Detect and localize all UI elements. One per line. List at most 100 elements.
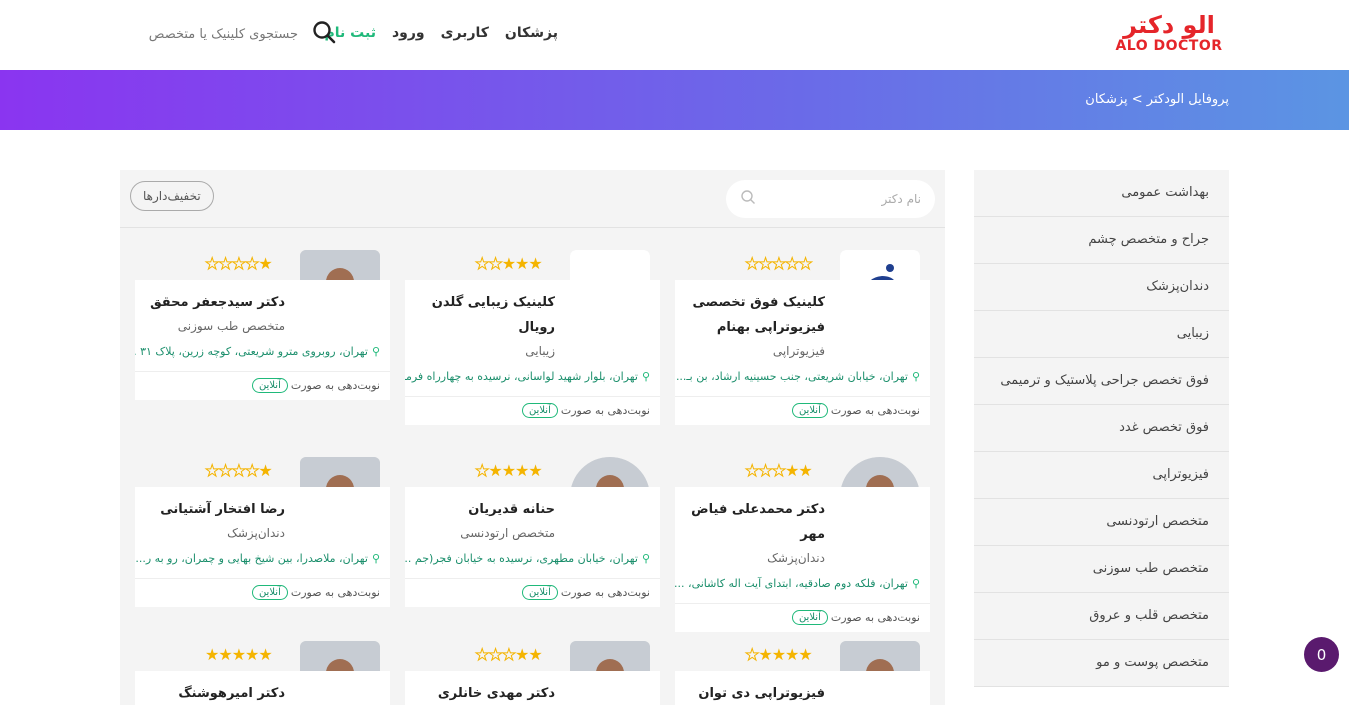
card-body: حنانه قدیریان متخصص ارتودنسی ⚲تهران، خیا… [405, 487, 660, 607]
sidebar-item-acupuncture[interactable]: متخصص طب سوزنی [974, 546, 1229, 593]
doctor-specialty: دندان‌پزشک [767, 551, 825, 565]
online-badge: آنلاین [251, 378, 288, 393]
rating-stars: ★★★★★ [204, 461, 272, 480]
booking-info: نوبت‌دهی به صورت آنلاین [675, 396, 930, 425]
chat-counter-badge[interactable]: 0 [1304, 637, 1339, 672]
card-body: رضا افتخار آشتیانی دندان‌پزشک ⚲تهران، مل… [135, 487, 390, 607]
doctor-name[interactable]: دکتر محمدعلی فیاض مهر [675, 487, 930, 547]
doctor-specialty: دندان‌پزشک [227, 526, 285, 540]
doctor-name[interactable]: فیزیوتراپی دی توان [675, 671, 930, 705]
doctor-name[interactable]: کلینیک فوق تخصصی فیزیوتراپی بهنام [675, 280, 930, 340]
booking-label: نوبت‌دهی به صورت [560, 586, 650, 599]
address-text: تهران، ملاصدرا، بین شیخ بهایی و چمران، ر… [135, 552, 368, 565]
rating-stars: ★★★★★ [744, 461, 812, 480]
booking-info: نوبت‌دهی به صورت آنلاین [405, 396, 660, 425]
booking-label: نوبت‌دهی به صورت [830, 611, 920, 624]
doctor-address: ⚲تهران، بلوار شهید لواسانی، نرسیده به چه… [405, 362, 660, 386]
sidebar-item-physiotherapy[interactable]: فیزیوتراپی [974, 452, 1229, 499]
sidebar-item-plastic-surgery[interactable]: فوق تخصص جراحی پلاستیک و ترمیمی [974, 358, 1229, 405]
booking-label: نوبت‌دهی به صورت [560, 404, 650, 417]
card-body: دکتر سیدجعفر محقق متخصص طب سوزنی ⚲تهران،… [135, 280, 390, 400]
address-text: تهران، فلکه دوم صادقیه، ابتدای آیت اله ک… [675, 577, 908, 590]
address-text: تهران، خیابان مطهری، نرسیده به خیابان فج… [405, 552, 638, 565]
sidebar-item-dermatology[interactable]: متخصص پوست و مو [974, 640, 1229, 687]
doctor-address: ⚲تهران، فلکه دوم صادقیه، ابتدای آیت اله … [675, 569, 930, 593]
location-pin-icon: ⚲ [641, 552, 650, 565]
doctor-specialty: فیزیوتراپی [772, 344, 825, 358]
card-body: دکتر محمدعلی فیاض مهر دندان‌پزشک ⚲تهران،… [675, 487, 930, 632]
booking-info: نوبت‌دهی به صورت آنلاین [675, 603, 930, 632]
main-nav: پزشکان کاربری ورود ثبت نام [325, 25, 558, 41]
doctor-specialty: زیبایی [525, 344, 555, 358]
booking-info: نوبت‌دهی به صورت آنلاین [135, 371, 390, 400]
online-badge: آنلاین [521, 585, 558, 600]
doctor-name[interactable]: دکتر سیدجعفر محقق [135, 280, 390, 315]
location-pin-icon: ⚲ [371, 552, 380, 565]
nav-user[interactable]: کاربری [441, 25, 489, 41]
rating-stars: ★★★★★ [474, 461, 542, 480]
doctor-name[interactable]: دکتر مهدی خانلری [405, 671, 660, 705]
breadcrumb: پروفایل الودکتر > پزشکان [1085, 92, 1229, 107]
booking-info: نوبت‌دهی به صورت آنلاین [135, 578, 390, 607]
rating-stars: ★★★★★ [744, 254, 813, 273]
address-text: تهران، روبروی مترو شریعتی، کوچه زرین، پل… [135, 345, 368, 358]
card-body: فیزیوتراپی دی توان [675, 671, 930, 705]
online-badge: آنلاین [791, 610, 828, 625]
search-icon[interactable] [312, 20, 336, 48]
address-text: تهران، بلوار شهید لواسانی، نرسیده به چها… [405, 370, 638, 383]
site-header: الو دکتر ALO DOCTOR پزشکان کاربری ورود ث… [0, 0, 1349, 70]
card-body: دکتر مهدی خانلری [405, 671, 660, 705]
logo-english-text: ALO DOCTOR [1115, 38, 1223, 54]
location-pin-icon: ⚲ [911, 577, 920, 590]
doctor-name[interactable]: رضا افتخار آشتیانی [135, 487, 390, 522]
rating-stars: ★★★★★ [474, 254, 542, 273]
booking-label: نوبت‌دهی به صورت [290, 379, 380, 392]
rating-stars: ★★★★★ [204, 254, 272, 273]
page-banner: پروفایل الودکتر > پزشکان [0, 70, 1349, 130]
card-body: کلینیک فوق تخصصی فیزیوتراپی بهنام فیزیوت… [675, 280, 930, 425]
discount-filter-button[interactable]: تخفیف‌دارها [130, 181, 214, 211]
header-search-input[interactable] [120, 26, 298, 42]
location-pin-icon: ⚲ [911, 370, 920, 383]
doctor-list-panel: تخفیف‌دارها ★★★★★ کلینیک فوق تخصصی فیزیو… [120, 170, 945, 705]
rating-stars: ★★★★★ [474, 645, 542, 664]
logo-persian-text: الو دکتر [1123, 11, 1215, 39]
booking-info: نوبت‌دهی به صورت آنلاین [405, 578, 660, 607]
sidebar-item-orthodontics[interactable]: متخصص ارتودنسی [974, 499, 1229, 546]
site-logo[interactable]: الو دکتر ALO DOCTOR [1114, 12, 1224, 58]
sidebar-item-ophthalmology[interactable]: جراح و متخصص چشم [974, 217, 1229, 264]
online-badge: آنلاین [251, 585, 288, 600]
nav-login[interactable]: ورود [392, 25, 425, 41]
doctor-search-box [726, 180, 935, 218]
doctor-address: ⚲تهران، خیابان شریعتی، جنب حسینیه ارشاد،… [675, 362, 930, 386]
rating-stars: ★★★★★ [744, 645, 812, 664]
card-body: دکتر امیرهوشنگ احسانی [135, 671, 390, 705]
rating-stars: ★★★★★ [205, 645, 273, 664]
category-sidebar: بهداشت عمومی جراح و متخصص چشم دندان‌پزشک… [974, 170, 1229, 687]
doctor-specialty: متخصص ارتودنسی [460, 526, 555, 540]
header-search [120, 20, 336, 48]
booking-label: نوبت‌دهی به صورت [830, 404, 920, 417]
online-badge: آنلاین [521, 403, 558, 418]
search-icon[interactable] [740, 189, 756, 209]
doctor-name[interactable]: دکتر امیرهوشنگ احسانی [135, 671, 390, 705]
sidebar-item-dentist[interactable]: دندان‌پزشک [974, 264, 1229, 311]
doctor-specialty: متخصص طب سوزنی [177, 319, 285, 333]
doctor-address: ⚲تهران، خیابان مطهری، نرسیده به خیابان ف… [405, 544, 660, 568]
online-badge: آنلاین [791, 403, 828, 418]
doctor-address: ⚲تهران، روبروی مترو شریعتی، کوچه زرین، پ… [135, 337, 390, 361]
list-toolbar: تخفیف‌دارها [120, 170, 945, 228]
doctor-name[interactable]: کلینیک زیبایی گلدن رویال [405, 280, 660, 340]
sidebar-item-endocrinology[interactable]: فوق تخصص غدد [974, 405, 1229, 452]
sidebar-item-beauty[interactable]: زیبایی [974, 311, 1229, 358]
booking-label: نوبت‌دهی به صورت [290, 586, 380, 599]
doctor-name[interactable]: حنانه قدیریان [405, 487, 660, 522]
card-body: کلینیک زیبایی گلدن رویال زیبایی ⚲تهران، … [405, 280, 660, 425]
sidebar-item-cardiology[interactable]: متخصص قلب و عروق [974, 593, 1229, 640]
nav-doctors[interactable]: پزشکان [505, 25, 558, 41]
sidebar-item-public-health[interactable]: بهداشت عمومی [974, 170, 1229, 217]
doctor-address: ⚲تهران، ملاصدرا، بین شیخ بهایی و چمران، … [135, 544, 390, 568]
location-pin-icon: ⚲ [641, 370, 650, 383]
location-pin-icon: ⚲ [371, 345, 380, 358]
doctor-search-input[interactable] [756, 192, 921, 206]
